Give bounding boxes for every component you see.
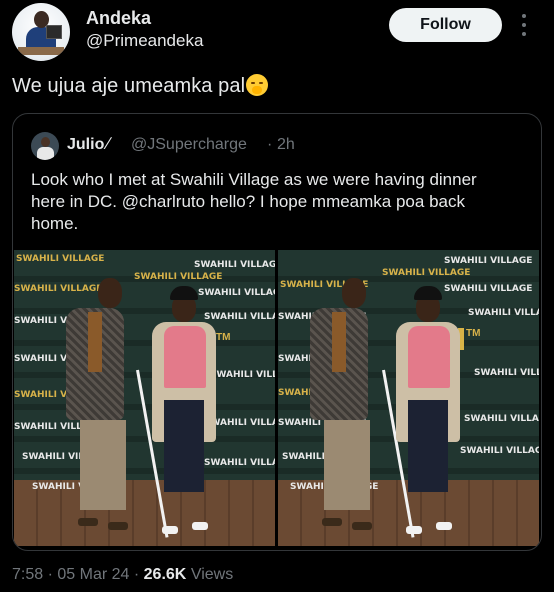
backdrop-logo: SWAHILI VILLAGE bbox=[194, 260, 275, 270]
backdrop-logo: SWAHILI VILLAGE bbox=[198, 288, 275, 298]
backdrop-logo: SWAHILI VILLAGE bbox=[16, 254, 105, 264]
quote-text: Look who I met at Swahili Village as we … bbox=[31, 169, 511, 235]
quote-text-line: home. bbox=[31, 214, 79, 233]
quote-timestamp[interactable]: 2h bbox=[277, 136, 295, 154]
quote-separator: · bbox=[267, 136, 273, 153]
backdrop-logo: SWAHILI VILLAGE bbox=[468, 308, 539, 318]
avatar-desk bbox=[18, 47, 64, 55]
backdrop-logo: SWAHILI VILLAGE bbox=[382, 268, 471, 278]
more-dot bbox=[522, 14, 526, 18]
views-count: 26.6K bbox=[143, 566, 187, 583]
quote-text-line: here in DC. @charlruto hello? I hope mme… bbox=[31, 192, 465, 211]
avatar-monitor bbox=[46, 25, 62, 39]
tweet-text: We ujua aje umeamka pal bbox=[12, 74, 269, 98]
trademark-mark: TM bbox=[216, 332, 231, 343]
meta-separator: · bbox=[133, 566, 140, 583]
author-display-name[interactable]: Andeka bbox=[86, 8, 151, 29]
backdrop-logo: SWAHILI VILLAGE bbox=[210, 370, 275, 380]
quote-author-name[interactable]: Julio bbox=[67, 136, 104, 154]
quote-author-handle[interactable]: @JSupercharge bbox=[131, 136, 247, 154]
photo-right[interactable]: SWAHILI VILLAGE SWAHILI VILLAGE SWAHILI … bbox=[278, 250, 539, 546]
backdrop-logo: SWAHILI VILLAGE bbox=[134, 272, 223, 282]
views-label: Views bbox=[190, 566, 234, 583]
author-handle[interactable]: @Primeandeka bbox=[86, 31, 203, 51]
tweet-date[interactable]: 05 Mar 24 bbox=[57, 566, 129, 583]
quoted-tweet-card[interactable]: Julio ∕ @JSupercharge · 2h Look who I me… bbox=[12, 113, 542, 551]
quote-author-slash: ∕ bbox=[107, 134, 110, 153]
meta-separator: · bbox=[47, 566, 53, 583]
backdrop-logo: SWAHILI VILLAGE bbox=[204, 458, 275, 468]
face-with-hand-over-mouth-emoji-icon bbox=[246, 74, 269, 96]
more-vertical-icon[interactable] bbox=[520, 14, 528, 36]
tweet-time[interactable]: 7:58 bbox=[12, 566, 43, 583]
backdrop-logo: SWAHILI VILLAGE bbox=[444, 256, 533, 266]
backdrop-logo: SWAHILI VILLAGE bbox=[474, 368, 539, 378]
trademark-mark: TM bbox=[466, 328, 481, 339]
backdrop-logo: SWAHILI VILLAGE bbox=[204, 312, 275, 322]
quote-author-avatar[interactable] bbox=[31, 132, 59, 160]
tweet-text-content: We ujua aje umeamka pal bbox=[12, 75, 246, 97]
quote-text-line: Look who I met at Swahili Village as we … bbox=[31, 170, 477, 189]
author-avatar[interactable] bbox=[12, 3, 70, 61]
photo-left[interactable]: SWAHILI VILLAGE SWAHILI VILLAGE SWAHILI … bbox=[14, 250, 275, 546]
tweet-meta: 7:58 · 05 Mar 24 · 26.6K Views bbox=[12, 566, 233, 584]
follow-button[interactable]: Follow bbox=[389, 8, 502, 42]
backdrop-logo: SWAHILI VILLAGE bbox=[14, 284, 103, 294]
backdrop-logo: SWAHILI VILLAGE bbox=[444, 284, 533, 294]
more-dot bbox=[522, 23, 526, 27]
more-dot bbox=[522, 32, 526, 36]
backdrop-logo: SWAHILI VILLAGE bbox=[464, 414, 539, 424]
backdrop-logo: SWAHILI VILLAGE bbox=[460, 446, 539, 456]
